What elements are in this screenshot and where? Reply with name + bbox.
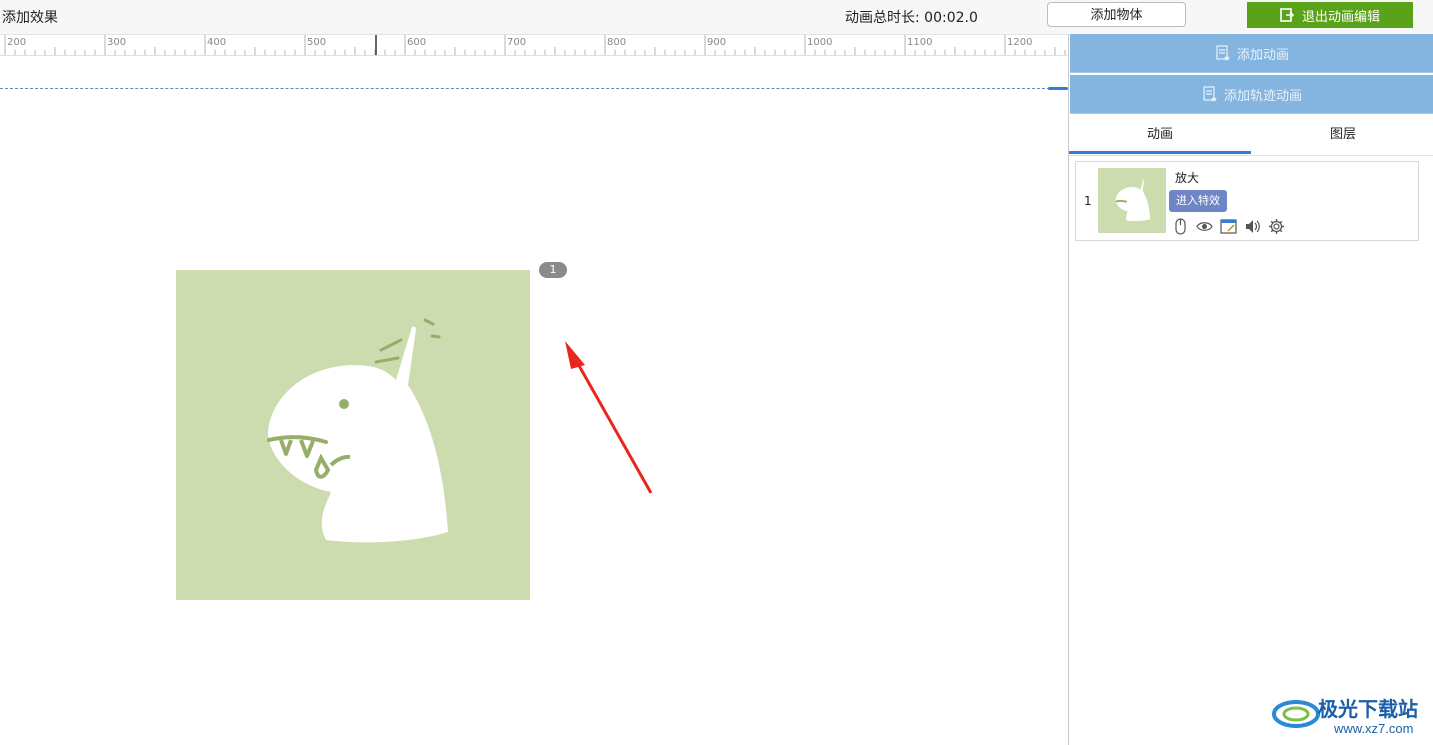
window-edit-icon[interactable] <box>1220 218 1237 235</box>
add-object-button[interactable]: 添加物体 <box>1047 2 1186 27</box>
ruler-label: 300 <box>107 37 127 48</box>
add-animation-button[interactable]: 添加动画 <box>1070 34 1433 73</box>
mouse-icon[interactable] <box>1172 218 1189 235</box>
add-animation-label: 添加动画 <box>1236 47 1289 63</box>
item-action-icons <box>1172 218 1285 235</box>
top-toolbar: 添加效果 动画总时长: 00:02.0 添加物体 退出动画编辑 <box>0 0 1433 35</box>
effect-type-badge: 进入特效 <box>1169 190 1227 212</box>
page-title: 添加效果 <box>2 10 58 26</box>
animation-list-item[interactable]: 1 放大 进入特效 <box>1075 161 1419 241</box>
ruler-label: 1000 <box>807 37 833 48</box>
ruler-label: 200 <box>7 37 27 48</box>
add-path-animation-button[interactable]: 添加轨迹动画 <box>1070 75 1433 114</box>
tab-layers[interactable]: 图层 <box>1252 118 1433 154</box>
total-duration-label: 动画总时长: 00:02.0 <box>845 10 978 26</box>
item-thumbnail <box>1098 168 1166 233</box>
volume-icon[interactable] <box>1244 218 1261 235</box>
ruler-label: 400 <box>207 37 227 48</box>
add-path-animation-label: 添加轨迹动画 <box>1223 88 1302 104</box>
ruler-label: 600 <box>407 37 427 48</box>
exit-animation-edit-button[interactable]: 退出动画编辑 <box>1247 2 1413 28</box>
horizontal-ruler[interactable]: 200 300 400 500 600 700 800 900 1000 1100 1200 <box>0 35 1068 56</box>
ruler-label: 500 <box>307 37 327 48</box>
panel-tabs: 动画 图层 <box>1069 118 1433 156</box>
ruler-label: 1100 <box>907 37 933 48</box>
tab-animation[interactable]: 动画 <box>1069 118 1251 154</box>
add-animation-icon <box>1216 45 1230 61</box>
add-path-animation-icon <box>1203 86 1217 102</box>
ruler-label: 700 <box>507 37 527 48</box>
dinosaur-illustration <box>267 318 448 543</box>
watermark-url: www.xz7.com <box>1334 721 1414 736</box>
item-effect-name: 放大 <box>1175 171 1200 185</box>
guide-line <box>0 88 1050 89</box>
animation-panel: 添加动画 添加轨迹动画 动画 图层 1 放大 进入特效 <box>1068 34 1433 745</box>
watermark-brand: 极光下载站 <box>1318 699 1418 721</box>
animation-order-badge[interactable]: 1 <box>539 262 567 278</box>
ruler-label: 800 <box>607 37 627 48</box>
red-arrow-annotation <box>565 341 653 494</box>
ruler-label: 1200 <box>1007 37 1033 48</box>
ruler-label: 900 <box>707 37 727 48</box>
eye-icon[interactable] <box>1196 218 1213 235</box>
guide-handle[interactable] <box>1048 87 1068 90</box>
gear-icon[interactable] <box>1268 218 1285 235</box>
exit-label: 退出动画编辑 <box>1301 9 1380 25</box>
item-index: 1 <box>1084 194 1092 208</box>
canvas-image-object[interactable] <box>176 270 530 600</box>
exit-icon <box>1280 8 1294 22</box>
